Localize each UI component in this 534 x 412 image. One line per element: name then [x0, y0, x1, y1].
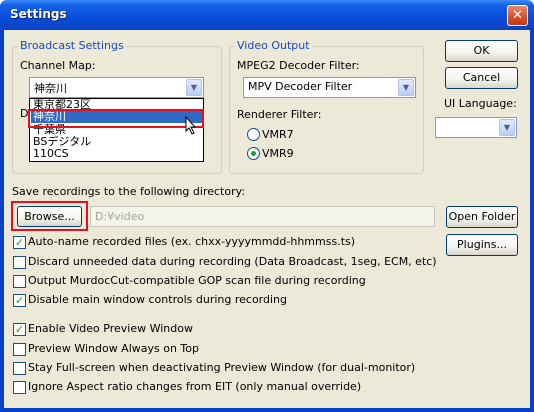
option-stay-fullscreen-label: Stay Full-screen when deactivating Previ… — [28, 361, 416, 374]
radio-vmr9-label: VMR9 — [262, 147, 294, 160]
mouse-cursor-icon — [185, 115, 197, 138]
save-directory-path: D:¥video — [95, 210, 145, 223]
plugins-button[interactable]: Plugins... — [446, 234, 518, 256]
close-button[interactable]: ✕ — [507, 5, 528, 26]
radio-vmr7[interactable] — [247, 128, 260, 141]
option-enable-preview-label: Enable Video Preview Window — [28, 322, 193, 335]
channel-option[interactable]: 110CS — [31, 148, 202, 160]
highlight-box-browse — [11, 201, 88, 231]
channel-map-label: Channel Map: — [20, 59, 96, 72]
option-discard-data-label: Discard unneeded data during recording (… — [28, 255, 437, 268]
channel-map-dropdown: 東京都23区 神奈川 千葉県 BSデジタル 110CS — [29, 98, 204, 162]
chevron-down-icon[interactable]: ▼ — [499, 119, 515, 136]
ui-language-label: UI Language: — [444, 97, 517, 110]
video-output-legend: Video Output — [235, 39, 312, 52]
ok-button[interactable]: OK — [445, 40, 518, 62]
chevron-down-icon[interactable]: ▼ — [398, 79, 414, 96]
save-directory-label: Save recordings to the following directo… — [12, 185, 246, 198]
chevron-down-icon[interactable]: ▼ — [186, 79, 202, 96]
radio-vmr7-label: VMR7 — [262, 128, 294, 141]
radio-vmr9[interactable] — [247, 147, 260, 160]
check-icon: ✓ — [14, 236, 25, 249]
checkbox-auto-name[interactable]: ✓ — [13, 236, 26, 249]
check-icon: ✓ — [14, 294, 25, 307]
checkbox-disable-controls[interactable]: ✓ — [13, 294, 26, 307]
ui-language-combo[interactable]: ▼ — [435, 117, 517, 138]
checkbox-stay-fullscreen[interactable] — [13, 362, 26, 375]
dialog-client: Broadcast Settings Channel Map: D 神奈川 ▼ … — [4, 30, 530, 408]
renderer-filter-label: Renderer Filter: — [237, 108, 322, 121]
option-preview-on-top-label: Preview Window Always on Top — [28, 342, 199, 355]
check-icon: ✓ — [14, 323, 25, 336]
window-title: Settings — [10, 7, 67, 21]
decoder-filter-label: MPEG2 Decoder Filter: — [237, 59, 360, 72]
option-auto-name-label: Auto-name recorded files (ex. chxx-yyyym… — [28, 235, 356, 248]
settings-window: Settings ✕ Broadcast Settings Channel Ma… — [0, 0, 534, 412]
close-icon: ✕ — [512, 8, 523, 23]
option-ignore-aspect-label: Ignore Aspect ratio changes from EIT (on… — [28, 380, 362, 393]
option-gop-scan-label: Output MurdocCut-compatible GOP scan fil… — [28, 274, 366, 287]
checkbox-preview-on-top[interactable] — [13, 343, 26, 356]
channel-map-combo[interactable]: 神奈川 ▼ — [29, 77, 204, 98]
option-disable-controls-label: Disable main window controls during reco… — [28, 293, 287, 306]
checkbox-ignore-aspect[interactable] — [13, 381, 26, 394]
save-directory-field[interactable]: D:¥video — [90, 206, 435, 227]
decoder-filter-value: MPV Decoder Filter — [248, 80, 353, 93]
channel-map-value: 神奈川 — [34, 82, 67, 95]
highlight-box-channel-option — [28, 109, 204, 128]
broadcast-settings-legend: Broadcast Settings — [18, 39, 126, 52]
checkbox-discard-data[interactable] — [13, 256, 26, 269]
decoder-filter-combo[interactable]: MPV Decoder Filter ▼ — [243, 77, 416, 98]
cancel-button[interactable]: Cancel — [445, 67, 518, 89]
checkbox-gop-scan[interactable] — [13, 275, 26, 288]
checkbox-enable-preview[interactable]: ✓ — [13, 323, 26, 336]
open-folder-button[interactable]: Open Folder — [446, 206, 518, 228]
title-bar[interactable]: Settings ✕ — [0, 0, 534, 30]
